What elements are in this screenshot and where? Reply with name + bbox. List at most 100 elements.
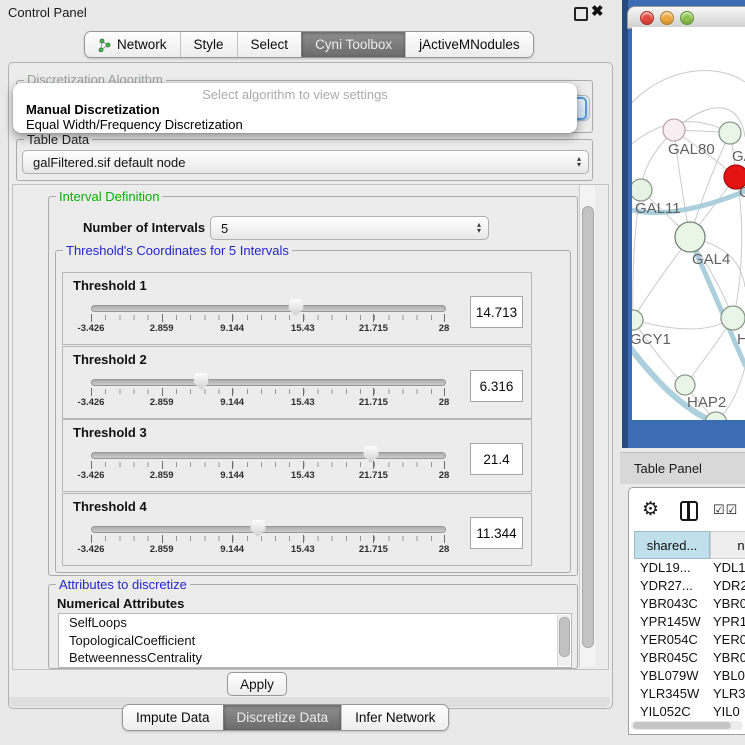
node-gal80[interactable]: [663, 119, 685, 141]
slider-thumb[interactable]: [363, 446, 378, 463]
checkbox-icons[interactable]: ☑☑: [713, 502, 738, 518]
top-tab-bar: Network Style Select Cyni Toolbox jActiv…: [84, 31, 534, 58]
node-gcy1[interactable]: [632, 310, 643, 330]
network-icon: [98, 38, 112, 52]
tab-infer-network[interactable]: Infer Network: [341, 705, 448, 730]
table-data-group-title: Table Data: [24, 132, 92, 147]
interval-definition-title: Interval Definition: [56, 189, 162, 204]
threshold-1-value-field[interactable]: 14.713: [470, 296, 523, 328]
combo-stepper-icon: ▴▾: [577, 156, 588, 168]
tick-marks: [91, 315, 445, 320]
num-intervals-combo[interactable]: 5 ▴▾: [210, 216, 489, 240]
attribute-list: SelfLoops TopologicalCoefficient Between…: [58, 613, 572, 668]
numerical-attributes-heading: Numerical Attributes: [57, 596, 184, 611]
slider-thumb[interactable]: [194, 373, 209, 390]
scrollbar-thumb[interactable]: [582, 206, 594, 648]
float-window-icon[interactable]: [574, 7, 588, 21]
vertical-scrollbar[interactable]: [579, 185, 595, 667]
node-label-gcy1: GCY1: [632, 331, 671, 348]
scrollbar-thumb[interactable]: [559, 617, 570, 657]
combo-stepper-icon: ▴▾: [477, 222, 488, 234]
close-icon[interactable]: ✖: [591, 2, 604, 20]
scrollbar-thumb[interactable]: [633, 722, 731, 729]
slider-thumb[interactable]: [250, 520, 265, 537]
minimize-traffic-light-icon[interactable]: [660, 11, 674, 25]
threshold-3-block: Threshold 3 -3.426 2.859 9.144 15.43 21.…: [62, 419, 532, 492]
tab-cyni-toolbox[interactable]: Cyni Toolbox: [301, 32, 405, 57]
table-panel: ⚙ ☑☑ shared... n YDL19...YDL1 YDR27...YD…: [628, 487, 745, 735]
node-label-partial-c: C: [739, 184, 745, 201]
column-header-shared[interactable]: shared...: [634, 531, 710, 559]
table-row[interactable]: YBR043CYBR0: [629, 595, 745, 613]
application-window: Control Panel ✖ Network Style Select Cyn…: [0, 0, 745, 745]
list-scrollbar[interactable]: [557, 615, 570, 666]
node-hap2[interactable]: [675, 375, 695, 395]
tab-select[interactable]: Select: [237, 32, 302, 57]
network-window-frame-edge: [622, 0, 628, 448]
columns-icon[interactable]: [680, 501, 698, 521]
threshold-3-value-field[interactable]: 21.4: [470, 443, 523, 475]
tab-discretize-data[interactable]: Discretize Data: [223, 705, 342, 730]
table-data-combo[interactable]: galFiltered.sif default node ▴▾: [22, 150, 589, 174]
tab-network-label: Network: [117, 37, 167, 52]
threshold-1-label: Threshold 1: [73, 278, 147, 293]
list-item[interactable]: BetweennessCentrality: [59, 649, 571, 667]
list-item[interactable]: TopologicalCoefficient: [59, 632, 571, 650]
panel-title: Control Panel: [8, 5, 87, 20]
threshold-3-slider[interactable]: [91, 452, 446, 459]
table-row[interactable]: YBR045CYBR0: [629, 649, 745, 667]
node-label-partial-h: H: [737, 331, 745, 348]
threshold-4-label: Threshold 4: [73, 499, 147, 514]
tick-marks: [91, 536, 445, 541]
node-label-hap2: HAP2: [687, 394, 726, 411]
horizontal-scrollbar[interactable]: [631, 721, 743, 730]
node-gal11[interactable]: [632, 179, 652, 201]
dropdown-placeholder: Select algorithm to view settings: [13, 87, 577, 102]
tab-network[interactable]: Network: [85, 32, 180, 57]
node-partial-right[interactable]: [721, 306, 745, 330]
apply-button[interactable]: Apply: [227, 672, 287, 696]
threshold-4-value-field[interactable]: 11.344: [470, 517, 523, 549]
table-panel-title: Table Panel: [634, 461, 702, 476]
list-item[interactable]: SelfLoops: [59, 614, 571, 632]
network-window-titlebar[interactable]: [627, 6, 745, 29]
algorithm-dropdown: Select algorithm to view settings Manual…: [13, 83, 577, 133]
close-traffic-light-icon[interactable]: [640, 11, 654, 25]
thresholds-group-title: Threshold's Coordinates for 5 Intervals: [63, 243, 292, 258]
tab-jactivemnodules[interactable]: jActiveMNodules: [405, 32, 533, 57]
table-row[interactable]: YER054CYER0: [629, 631, 745, 649]
threshold-2-label: Threshold 2: [73, 352, 147, 367]
column-header-name[interactable]: n: [710, 531, 745, 559]
node-label-gal80: GAL80: [668, 141, 715, 158]
node-label-partial-ga: GA: [732, 148, 745, 165]
table-panel-header: Table Panel: [620, 452, 745, 484]
num-intervals-label: Number of Intervals: [83, 220, 205, 235]
gear-icon[interactable]: ⚙: [642, 498, 659, 521]
dropdown-option-manual[interactable]: Manual Discretization: [26, 102, 160, 117]
dropdown-option-equal-width[interactable]: Equal Width/Frequency Discretization: [26, 117, 243, 132]
bottom-tab-bar: Impute Data Discretize Data Infer Networ…: [122, 704, 449, 731]
node-label-gal4: GAL4: [692, 251, 730, 268]
tick-marks: [91, 462, 445, 467]
threshold-3-label: Threshold 3: [73, 425, 147, 440]
threshold-1-slider[interactable]: [91, 305, 446, 312]
tab-impute-data[interactable]: Impute Data: [123, 705, 223, 730]
table-row[interactable]: YPR145WYPR1: [629, 613, 745, 631]
network-canvas[interactable]: GAL80 GA GAL11 C GAL4 GCY1 H HAP2: [632, 27, 745, 420]
tab-style[interactable]: Style: [180, 32, 237, 57]
attributes-group-title: Attributes to discretize: [56, 577, 190, 592]
threshold-1-block: Threshold 1 -3.426 2.859 9.144 15.43 21.…: [62, 272, 532, 345]
table-row[interactable]: YDR27...YDR2: [629, 577, 745, 595]
node-gal4[interactable]: [675, 222, 705, 252]
table-row[interactable]: YBL079WYBL0: [629, 667, 745, 685]
table-row[interactable]: YIL052CYIL0: [629, 703, 745, 721]
threshold-2-slider[interactable]: [91, 379, 446, 386]
threshold-2-value-field[interactable]: 6.316: [470, 370, 523, 402]
slider-thumb[interactable]: [288, 299, 303, 316]
node-partial-top-right[interactable]: [719, 122, 741, 144]
table-row[interactable]: YDL19...YDL1: [629, 559, 745, 577]
node-label-gal11: GAL11: [635, 200, 681, 217]
zoom-traffic-light-icon[interactable]: [680, 11, 694, 25]
table-row[interactable]: YLR345WYLR3: [629, 685, 745, 703]
threshold-4-slider[interactable]: [91, 526, 446, 533]
